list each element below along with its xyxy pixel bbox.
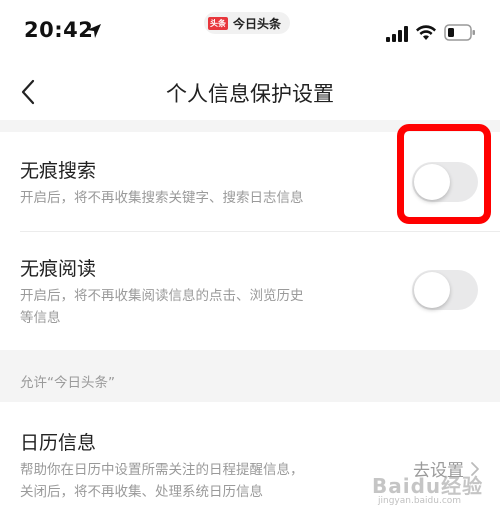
app-name: 今日头条 [233,16,282,31]
wifi-icon [416,25,436,40]
setting-description-line2: 关闭后，将不再收集、处理系统日历信息 [20,484,263,500]
setting-description-line1: 帮助你在日历中设置所需关注的日程提醒信息， [20,462,304,478]
setting-description-line2: 等信息 [20,310,61,326]
setting-description-line1: 开启后，将不再收集阅读信息的点击、浏览历史 [20,288,304,304]
watermark-url: jingyan.baidu.com [378,496,462,506]
app-logo: 头条 [208,16,228,30]
status-bar: 20:42 头条 今日头条 [0,0,500,64]
setting-description: 开启后，将不再收集搜索关键字、搜索日志信息 [20,190,304,206]
setting-title: 无痕搜索 [20,160,97,182]
section-header: 允许“今日头条” [20,375,115,391]
page-title: 个人信息保护设置 [166,82,334,106]
toggle-knob [414,272,450,308]
battery-icon [444,24,475,41]
highlight-annotation-box [397,124,491,224]
app-indicator: 头条 今日头条 [204,12,291,34]
setting-row-incognito-reading: 无痕阅读 开启后，将不再收集阅读信息的点击、浏览历史 等信息 [0,232,500,350]
location-arrow-icon [87,24,101,38]
watermark: Baidu经验 [372,474,484,498]
incognito-reading-toggle[interactable] [412,270,478,310]
setting-title: 日历信息 [20,432,97,454]
cellular-signal-icon [386,26,408,42]
setting-title: 无痕阅读 [20,258,97,280]
status-time: 20:42 [24,18,94,42]
navigation-bar: 个人信息保护设置 [0,64,500,120]
permissions-section-header-bg: 允许“今日头条” [0,350,500,402]
